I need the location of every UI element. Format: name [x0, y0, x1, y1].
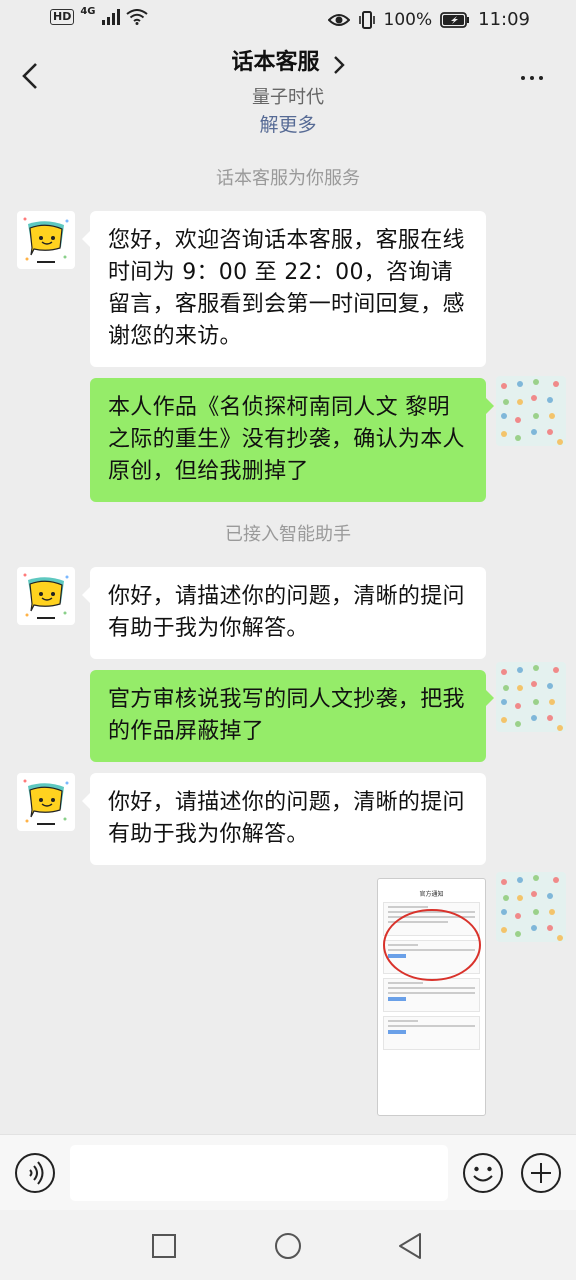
learn-more-link[interactable]: 解更多 [0, 110, 576, 137]
system-note: 已接入智能助手 [225, 524, 351, 545]
emoji-icon [463, 1153, 503, 1193]
user-avatar[interactable] [496, 662, 566, 732]
nav-back-icon [399, 1233, 421, 1259]
user-message[interactable]: 本人作品《名侦探柯南同人文 黎明之际的重生》没有抄袭，确认为本人原创，但给我删掉… [90, 378, 494, 502]
nav-recent-button[interactable] [152, 1234, 176, 1258]
system-note: 话本客服为你服务 [216, 168, 360, 189]
bot-avatar[interactable] [17, 211, 75, 269]
voice-button[interactable] [14, 1152, 56, 1194]
bot-message[interactable]: 你好，请描述你的问题，清晰的提问有助于我为你解答。 [82, 567, 486, 659]
signal-icon [101, 9, 120, 25]
bot-message[interactable]: 您好，欢迎咨询话本客服，客服在线时间为 9：00 至 22：00，咨询请留言，客… [82, 211, 486, 367]
user-message[interactable]: 官方审核说我写的同人文抄袭，把我的作品屏蔽掉了 [90, 670, 494, 762]
system-nav-bar [0, 1210, 576, 1280]
battery-percent: 100% [383, 9, 433, 30]
battery-icon [440, 11, 470, 28]
message-input[interactable] [70, 1145, 448, 1201]
hd-badge: HD [50, 9, 75, 25]
chat-header: 话本客服 量子时代 [0, 40, 576, 112]
wifi-icon [125, 9, 148, 25]
emoji-button[interactable] [462, 1152, 504, 1194]
status-left: HD 4G [50, 5, 148, 25]
image-card [383, 1016, 480, 1050]
status-time: 11:09 [478, 9, 530, 30]
image-message[interactable]: 官方通知 [377, 878, 486, 1116]
voice-icon [15, 1153, 55, 1193]
title-area[interactable]: 话本客服 [0, 44, 576, 76]
input-bar [0, 1134, 576, 1210]
more-icon [521, 76, 525, 80]
status-bar: HD 4G 100% 11:09 [0, 0, 576, 40]
user-avatar[interactable] [496, 872, 566, 942]
image-card [383, 978, 480, 1012]
eye-icon [327, 13, 350, 26]
bot-avatar[interactable] [17, 773, 75, 831]
polka-dot-avatar-icon [496, 662, 566, 732]
page-title: 话本客服 [231, 50, 320, 75]
nav-recent-icon [152, 1234, 176, 1258]
bot-message[interactable]: 你好，请描述你的问题，清晰的提问有助于我为你解答。 [82, 773, 486, 865]
plus-button[interactable] [520, 1152, 562, 1194]
speech-bubble-logo-icon [23, 573, 69, 619]
page-subtitle: 量子时代 [252, 87, 324, 108]
red-circle-annotation [383, 909, 481, 981]
polka-dot-avatar-icon [496, 376, 566, 446]
chevron-right-icon [333, 55, 345, 74]
user-avatar[interactable] [496, 376, 566, 446]
nav-home-button[interactable] [274, 1232, 302, 1260]
network-type: 4G [80, 5, 96, 17]
plus-icon [521, 1153, 561, 1193]
speech-bubble-logo-icon [23, 779, 69, 825]
more-button[interactable] [512, 58, 552, 98]
polka-dot-avatar-icon [496, 872, 566, 942]
image-message-title: 官方通知 [419, 891, 444, 898]
nav-home-icon [275, 1233, 301, 1259]
vibrate-icon [358, 10, 375, 29]
bot-avatar[interactable] [17, 567, 75, 625]
nav-back-button[interactable] [396, 1232, 424, 1260]
speech-bubble-logo-icon [23, 217, 69, 263]
status-right: 100% 11:09 [327, 9, 530, 30]
